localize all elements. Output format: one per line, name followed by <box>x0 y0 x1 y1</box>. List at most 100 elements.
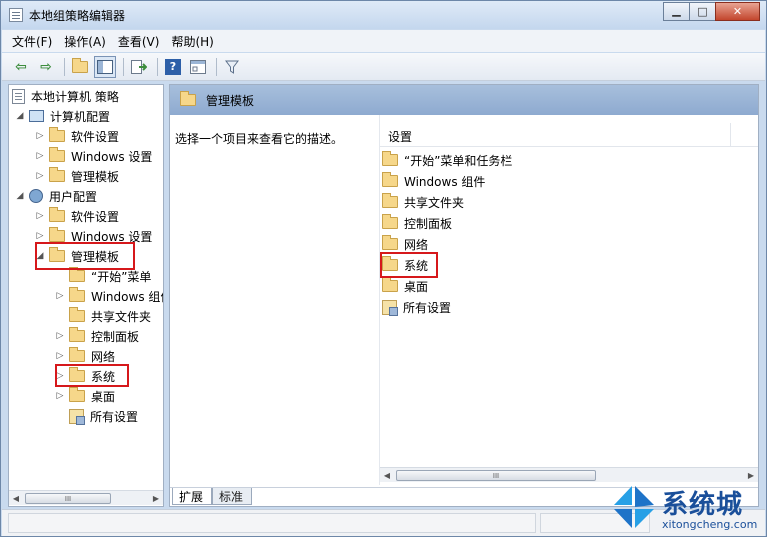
list-item[interactable]: 控制面板 <box>382 213 452 233</box>
expand-triangle-icon[interactable]: ▷ <box>35 131 45 141</box>
tree-item-uc-windows-components[interactable]: ▷ Windows 组件 <box>55 286 163 306</box>
column-divider[interactable] <box>730 123 731 147</box>
tree-item-cc-software[interactable]: ▷ 软件设置 <box>35 126 119 146</box>
list-item-label: 控制面板 <box>404 216 453 231</box>
collapse-triangle-icon[interactable]: ◢ <box>15 191 25 201</box>
tree-item-uc-network[interactable]: ▷ 网络 <box>55 346 115 366</box>
list-item[interactable]: Windows 组件 <box>382 171 485 191</box>
menu-view[interactable]: 查看(V) <box>118 33 160 50</box>
back-arrow-icon[interactable]: ⇦ <box>10 56 32 78</box>
folder-icon <box>382 256 398 271</box>
column-label: 设置 <box>388 130 413 144</box>
app-icon <box>9 8 23 22</box>
list-item[interactable]: 系统 <box>382 255 428 275</box>
toolbar-separator <box>123 57 124 76</box>
list-item-label: 系统 <box>404 258 429 273</box>
properties-icon[interactable] <box>187 56 209 78</box>
scroll-right-arrow-icon[interactable]: ▶ <box>149 491 163 505</box>
show-hide-tree-icon[interactable] <box>94 55 116 78</box>
tree-label: 用户配置 <box>49 189 98 204</box>
tree-label: 本地计算机 策略 <box>31 89 119 104</box>
expand-triangle-icon[interactable]: ▷ <box>35 151 45 161</box>
menu-action[interactable]: 操作(A) <box>64 33 106 50</box>
expand-triangle-icon[interactable]: ▷ <box>55 331 65 341</box>
details-header: 管理模板 <box>170 85 758 115</box>
expand-triangle-icon[interactable]: ▷ <box>55 291 65 301</box>
tab-standard[interactable]: 标准 <box>212 488 253 505</box>
computer-icon <box>29 110 44 122</box>
scroll-thumb[interactable]: III <box>396 470 596 481</box>
tree-label: 控制面板 <box>91 329 140 344</box>
expand-triangle-icon[interactable]: ▷ <box>55 371 65 381</box>
up-folder-icon[interactable] <box>69 56 91 78</box>
status-segment <box>8 513 536 533</box>
expand-triangle-icon[interactable]: ▷ <box>35 211 45 221</box>
tree-item-uc-desktop[interactable]: ▷ 桌面 <box>55 386 115 406</box>
menu-file[interactable]: 文件(F) <box>12 33 52 50</box>
folder-icon <box>69 327 85 342</box>
tree-label: 软件设置 <box>71 209 120 224</box>
description-text: 选择一个项目来查看它的描述。 <box>175 132 344 146</box>
minimize-button[interactable]: ▁ <box>663 2 690 21</box>
export-list-icon[interactable] <box>128 56 150 78</box>
list-item-label: “开始”菜单和任务栏 <box>404 153 513 168</box>
maximize-button[interactable]: □ <box>689 2 716 21</box>
tree-item-uc-start-menu[interactable]: “开始”菜单 <box>55 266 151 286</box>
tree-item-uc-control-panel[interactable]: ▷ 控制面板 <box>55 326 139 346</box>
tree-item-cc-windows[interactable]: ▷ Windows 设置 <box>35 146 152 166</box>
expand-triangle-icon[interactable]: ▷ <box>55 351 65 361</box>
expand-triangle-icon[interactable]: ▷ <box>35 171 45 181</box>
tree-item-uc-admin[interactable]: ◢ 管理模板 <box>35 246 119 266</box>
scroll-thumb[interactable]: III <box>25 493 111 504</box>
filter-icon[interactable] <box>221 56 243 78</box>
list-item-label: Windows 组件 <box>404 174 486 189</box>
folder-icon <box>180 91 196 106</box>
forward-arrow-icon[interactable]: ⇨ <box>35 56 57 78</box>
tree-item-root[interactable]: 本地计算机 策略 <box>12 86 119 106</box>
all-settings-icon <box>69 408 85 425</box>
list-item[interactable]: 网络 <box>382 234 428 254</box>
tree-item-uc-system[interactable]: ▷ 系统 <box>55 366 115 386</box>
scroll-left-arrow-icon[interactable]: ◀ <box>9 491 23 505</box>
watermark-text: 系统城 <box>662 490 744 520</box>
tree-label: Windows 设置 <box>71 149 153 164</box>
list-item[interactable]: “开始”菜单和任务栏 <box>382 150 512 170</box>
collapse-triangle-icon[interactable]: ◢ <box>35 251 45 261</box>
folder-icon <box>382 235 398 250</box>
window-title: 本地组策略编辑器 <box>29 9 126 23</box>
scroll-left-arrow-icon[interactable]: ◀ <box>380 468 394 482</box>
tree-horizontal-scrollbar[interactable]: ◀ III ▶ <box>9 490 163 505</box>
tree-label: 管理模板 <box>71 249 120 264</box>
folder-icon <box>49 227 65 242</box>
tree-pane: 本地计算机 策略 ◢ 计算机配置 ▷ 软件设置 ▷ Windows 设置 ▷ 管… <box>8 84 164 507</box>
folder-icon <box>49 207 65 222</box>
menu-help[interactable]: 帮助(H) <box>171 33 213 50</box>
list-item[interactable]: 共享文件夹 <box>382 192 464 212</box>
scroll-right-arrow-icon[interactable]: ▶ <box>744 468 758 482</box>
folder-icon <box>49 147 65 162</box>
properties-glyph <box>190 59 206 74</box>
list-horizontal-scrollbar[interactable]: ◀ III ▶ <box>380 467 758 482</box>
column-header-setting[interactable]: 设置 <box>380 123 758 147</box>
tree-item-uc-all-settings[interactable]: 所有设置 <box>55 406 138 426</box>
tree-item-cc-admin[interactable]: ▷ 管理模板 <box>35 166 119 186</box>
tree-item-computer-config[interactable]: ◢ 计算机配置 <box>15 106 110 126</box>
tree-label: Windows 设置 <box>71 229 153 244</box>
tree-item-user-config[interactable]: ◢ 用户配置 <box>15 186 97 206</box>
tab-extended[interactable]: 扩展 <box>172 488 213 505</box>
collapse-triangle-icon[interactable]: ◢ <box>15 111 25 121</box>
tree-item-uc-software[interactable]: ▷ 软件设置 <box>35 206 119 226</box>
tree-label: 管理模板 <box>71 169 120 184</box>
filter-glyph <box>225 60 239 74</box>
tree-item-uc-windows[interactable]: ▷ Windows 设置 <box>35 226 152 246</box>
tree-label: 共享文件夹 <box>91 309 152 324</box>
toolbar-separator <box>216 57 217 76</box>
list-item-label: 网络 <box>404 237 429 252</box>
list-item[interactable]: 桌面 <box>382 276 428 296</box>
expand-triangle-icon[interactable]: ▷ <box>55 391 65 401</box>
tree-item-uc-shared-folders[interactable]: 共享文件夹 <box>55 306 151 326</box>
close-button[interactable]: ✕ <box>715 2 760 21</box>
list-item[interactable]: 所有设置 <box>382 297 451 317</box>
expand-triangle-icon[interactable]: ▷ <box>35 231 45 241</box>
help-button[interactable]: ? <box>162 56 184 78</box>
